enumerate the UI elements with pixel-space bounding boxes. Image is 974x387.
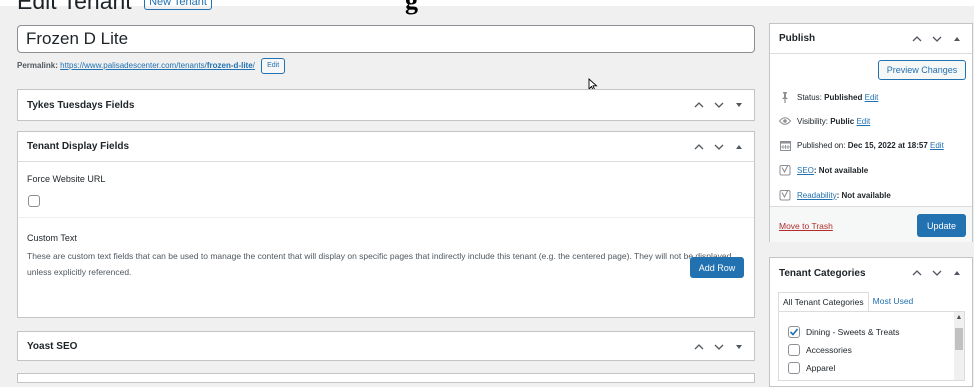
chevron-up-icon[interactable] (693, 100, 705, 110)
visibility-row: Visibility: Public Edit (779, 114, 870, 128)
custom-text-description: These are custom text fields that can be… (27, 251, 732, 277)
category-tabs: All Tenant Categories Most Used (778, 292, 917, 311)
permalink-edit-button[interactable]: Edit (261, 57, 286, 74)
permalink-base: https://www.palisadescenter.com/tenants/ (60, 61, 207, 70)
tenant-categories-title: Tenant Categories (779, 267, 866, 279)
chevron-up-icon[interactable] (693, 142, 705, 152)
add-row-button[interactable]: Add Row (690, 257, 744, 278)
post-title-input[interactable]: Frozen D Lite (17, 25, 755, 53)
readability-row: Readability: Not available (779, 188, 891, 202)
category-item[interactable]: Accessories (788, 344, 852, 356)
visibility-label: Visibility: (797, 116, 828, 126)
next-metabox-edge (17, 373, 755, 383)
scroll-thumb[interactable] (955, 328, 963, 350)
permalink-row: Permalink: https://www.palisadescenter.c… (17, 57, 286, 75)
seo-link[interactable]: SEO (797, 166, 814, 175)
category-checkbox[interactable] (788, 344, 800, 356)
yoast-icon (779, 164, 791, 176)
seo-row: SEO: Not available (779, 163, 868, 177)
checkmark-icon (789, 328, 799, 336)
overlay-heading-fragment: g (405, 0, 418, 15)
visibility-value: Public (830, 116, 855, 126)
chevron-down-icon[interactable] (713, 100, 725, 110)
status-edit-link[interactable]: Edit (865, 93, 879, 102)
calendar-icon (779, 139, 791, 151)
update-button[interactable]: Update (917, 214, 966, 237)
published-edit-link[interactable]: Edit (930, 141, 944, 150)
permalink-slug: frozen-d-lite (206, 61, 253, 70)
publish-header[interactable]: Publish (770, 24, 972, 54)
permalink-label: Permalink: (17, 61, 58, 70)
permalink-tail: / (252, 61, 255, 70)
preview-changes-button[interactable]: Preview Changes (878, 60, 966, 80)
force-url-label: Force Website URL (27, 174, 106, 184)
published-label: Published on: (797, 140, 846, 150)
status-row: Status: Published Edit (779, 90, 878, 104)
yoast-seo-title: Yoast SEO (27, 341, 78, 352)
section-divider (18, 217, 754, 218)
published-on-row: Published on: Dec 15, 2022 at 18:57 Edit (779, 138, 944, 152)
category-item[interactable]: Dining - Sweets & Treats (788, 326, 900, 338)
pin-icon (779, 91, 791, 103)
chevron-up-icon[interactable] (911, 268, 923, 278)
seo-value: : Not available (813, 165, 869, 175)
eye-icon (779, 115, 791, 127)
tykes-tuesdays-header[interactable]: Tykes Tuesdays Fields (18, 90, 754, 120)
new-tenant-button[interactable]: New Tenant (144, 0, 212, 10)
tab-all-categories[interactable]: All Tenant Categories (778, 292, 869, 311)
yoast-seo-header[interactable]: Yoast SEO (18, 332, 754, 361)
triangle-up-icon[interactable] (733, 142, 745, 152)
page-heading-text: Edit Tenant (17, 0, 132, 14)
category-checklist: ▲ Dining - Sweets & Treats Accessories A… (778, 311, 965, 381)
tab-most-used[interactable]: Most Used (869, 292, 918, 311)
category-label: Dining - Sweets & Treats (806, 327, 900, 337)
readability-value: : Not available (836, 190, 891, 200)
tykes-tuesdays-box: Tykes Tuesdays Fields (17, 89, 755, 121)
publish-box: Publish Preview Changes Status: Publishe… (769, 23, 973, 242)
category-label: Apparel (806, 363, 836, 373)
tenant-display-header[interactable]: Tenant Display Fields (18, 132, 754, 162)
chevron-up-icon[interactable] (911, 34, 923, 44)
yoast-icon (779, 189, 791, 201)
visibility-edit-link[interactable]: Edit (856, 117, 870, 126)
chevron-down-icon[interactable] (713, 142, 725, 152)
force-url-checkbox[interactable] (28, 195, 40, 207)
category-label: Accessories (806, 345, 852, 355)
page-heading: Edit Tenant New Tenant (17, 0, 212, 15)
move-to-trash-link[interactable]: Move to Trash (779, 221, 833, 231)
chevron-down-icon[interactable] (931, 268, 943, 278)
chevron-down-icon[interactable] (931, 34, 943, 44)
triangle-up-icon[interactable] (951, 34, 963, 44)
readability-link[interactable]: Readability (797, 191, 837, 200)
scroll-up-icon[interactable]: ▲ (955, 314, 963, 322)
category-checkbox[interactable] (788, 362, 800, 374)
category-scrollbar[interactable]: ▲ (954, 312, 964, 380)
published-value: Dec 15, 2022 at 18:57 (847, 140, 928, 150)
triangle-down-icon[interactable] (733, 342, 745, 352)
tenant-display-fields-box: Tenant Display Fields Force Website URL … (17, 131, 755, 318)
chevron-up-icon[interactable] (693, 342, 705, 352)
triangle-up-icon[interactable] (951, 268, 963, 278)
tenant-categories-header[interactable]: Tenant Categories (770, 258, 972, 288)
tenant-display-title: Tenant Display Fields (27, 141, 130, 152)
chevron-down-icon[interactable] (713, 342, 725, 352)
category-checkbox-checked[interactable] (788, 326, 800, 338)
custom-text-label: Custom Text (27, 233, 77, 243)
category-item[interactable]: Apparel (788, 362, 835, 374)
yoast-seo-box: Yoast SEO (17, 331, 755, 361)
permalink-link[interactable]: https://www.palisadescenter.com/tenants/… (60, 61, 255, 70)
status-label: Status: (797, 92, 822, 102)
status-value: Published (824, 92, 863, 102)
publish-title: Publish (779, 33, 816, 44)
triangle-down-icon[interactable] (733, 100, 745, 110)
tykes-tuesdays-title: Tykes Tuesdays Fields (27, 99, 135, 111)
